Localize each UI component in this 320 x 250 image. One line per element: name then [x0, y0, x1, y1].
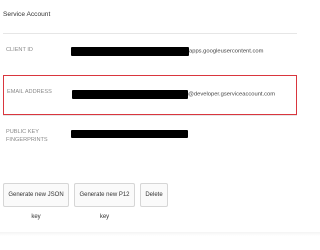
- client-id-label: CLIENT ID: [6, 47, 33, 53]
- email-address-value[interactable]: @developer.gserviceaccount.com: [72, 90, 275, 99]
- email-address-suffix: @developer.gserviceaccount.com: [188, 91, 276, 98]
- generate-p12-key-button[interactable]: Generate new P12 key: [74, 183, 135, 220]
- public-key-label-line1: PUBLIC KEY: [6, 129, 39, 135]
- public-key-fingerprints-redaction: [71, 130, 188, 138]
- public-key-fingerprints-row: PUBLIC KEY FINGERPRINTS: [3, 115, 297, 162]
- public-key-fingerprints-value[interactable]: [71, 130, 188, 138]
- client-id-value[interactable]: apps.googleusercontent.com: [71, 47, 263, 56]
- generate-json-key-button[interactable]: Generate new JSON key: [3, 183, 69, 220]
- email-address-label: EMAIL ADDRESS: [7, 89, 52, 95]
- email-address-redaction: [72, 90, 188, 99]
- public-key-label-line2: FINGERPRINTS: [6, 137, 48, 143]
- email-address-row: EMAIL ADDRESS @developer.gserviceaccount…: [3, 75, 297, 115]
- client-id-suffix: apps.googleusercontent.com: [189, 48, 264, 55]
- public-key-fingerprints-label: PUBLIC KEY FINGERPRINTS: [6, 128, 48, 144]
- client-id-redaction: [71, 47, 189, 56]
- delete-button[interactable]: Delete: [140, 183, 168, 207]
- bottom-divider: [0, 232, 320, 236]
- section-title: Service Account: [3, 11, 51, 18]
- client-id-row: CLIENT ID apps.googleusercontent.com: [3, 33, 297, 70]
